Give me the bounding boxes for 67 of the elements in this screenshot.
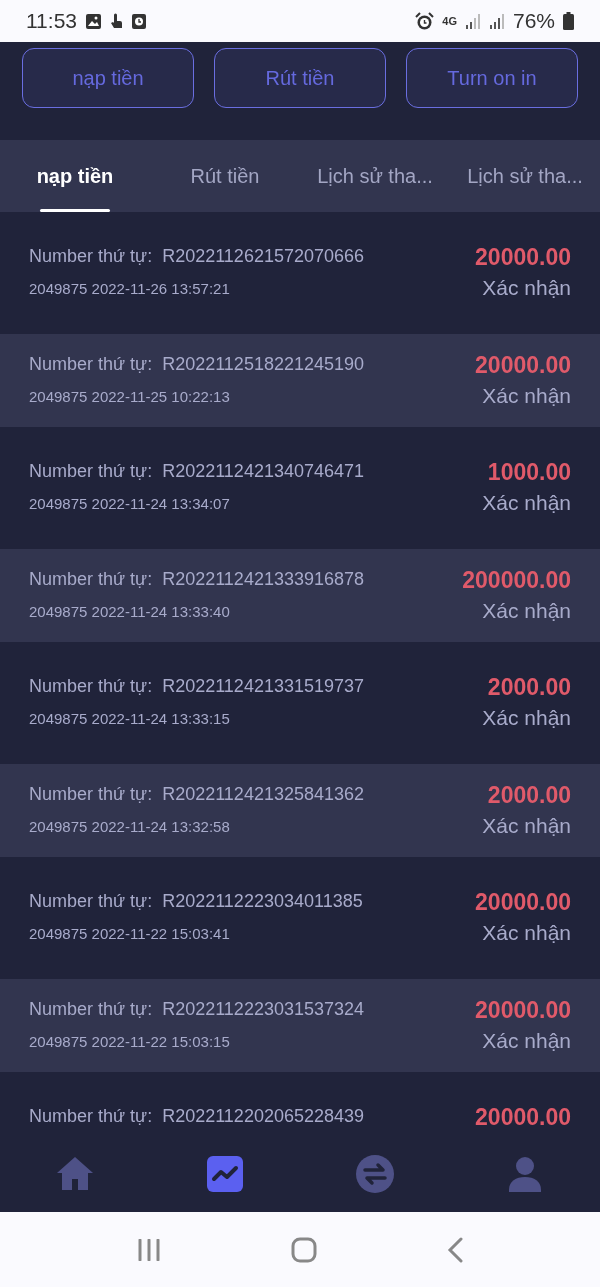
- action-button[interactable]: Turn on in: [406, 48, 578, 108]
- order-number: R2022112518221245190: [162, 354, 364, 374]
- tab[interactable]: Rút tiền: [150, 140, 300, 212]
- amount: 1000.00: [486, 458, 571, 486]
- order-number: R2022112202065228439: [162, 1106, 364, 1126]
- order-label: Number thứ tự:: [29, 676, 153, 696]
- status-text: Xác nhận: [482, 705, 571, 731]
- amount: 20000.00: [475, 1103, 571, 1131]
- action-button[interactable]: Rút tiền: [214, 48, 386, 108]
- amount: 2000.00: [486, 673, 571, 701]
- transaction-details: 2049875 2022-11-25 10:22:13: [29, 387, 231, 407]
- recent-apps-icon[interactable]: [137, 1238, 161, 1261]
- home-icon: [56, 1155, 94, 1192]
- status-text: Xác nhận: [482, 813, 571, 839]
- profile-icon: [508, 1155, 542, 1192]
- battery-percent: 76%: [512, 8, 555, 35]
- signal-icon: [488, 12, 505, 30]
- network-type: 4G: [442, 15, 457, 27]
- tab[interactable]: nạp tiền: [0, 140, 150, 212]
- status-text: Xác nhận: [481, 1028, 571, 1054]
- order-label: Number thứ tự:: [29, 999, 153, 1019]
- battery-icon: [563, 12, 574, 30]
- order-label: Number thứ tự:: [29, 354, 153, 374]
- back-icon[interactable]: [447, 1236, 463, 1263]
- tab[interactable]: Lịch sử tha...: [450, 140, 600, 212]
- amount: 20000.00: [475, 888, 571, 916]
- transaction-details: 2049875 2022-11-26 13:57:21: [29, 279, 231, 299]
- transaction-details: 2049875 2022-11-24 13:33:40: [29, 602, 231, 622]
- transaction-details: 2049875 2022-11-24 13:33:15: [29, 709, 231, 729]
- transaction-details: 2049875 2022-11-24 13:32:58: [29, 817, 231, 837]
- order-label: Number thứ tự:: [29, 246, 153, 266]
- transaction-details: 2049875 2022-11-22 15:03:15: [29, 1032, 231, 1052]
- order-label: Number thứ tự:: [29, 569, 153, 589]
- touch-icon: [110, 12, 123, 30]
- order-number: R2022112421331519737: [162, 676, 364, 696]
- transaction-details: 2049875 2022-11-24 13:34:07: [29, 494, 231, 514]
- order-label: Number thứ tự:: [29, 461, 153, 481]
- image-icon: [85, 12, 102, 30]
- order-number: R2022112223034011385: [162, 891, 363, 911]
- status-text: Xác nhận: [481, 275, 571, 301]
- order-number: R2022112223031537324: [162, 999, 364, 1019]
- home-icon[interactable]: [291, 1236, 317, 1263]
- order-number: R2022112421333916878: [162, 569, 364, 589]
- signal-icon: [464, 12, 481, 30]
- amount: 20000.00: [475, 996, 571, 1024]
- amount: 20000.00: [475, 351, 571, 379]
- order-number: R2022112421340746471: [162, 461, 364, 481]
- order-number: R2022112421325841362: [162, 784, 364, 804]
- alarm-icon: [415, 11, 435, 31]
- chart-icon: [207, 1155, 243, 1192]
- amount: 2000.00: [486, 781, 571, 809]
- order-number: R2022112621572070666: [162, 246, 364, 266]
- amount: 20000.00: [475, 243, 571, 271]
- exchange-icon: [355, 1153, 395, 1194]
- clock-icon: [131, 12, 147, 30]
- amount: 200000.00: [462, 566, 571, 594]
- status-text: Xác nhận: [481, 920, 571, 946]
- order-label: Number thứ tự:: [29, 784, 153, 804]
- status-text: Xác nhận: [481, 598, 571, 624]
- transaction-details: 2049875 2022-11-22 15:03:41: [29, 924, 231, 944]
- clock-time: 11:53: [26, 8, 77, 35]
- tab[interactable]: Lịch sử tha...: [300, 140, 450, 212]
- order-label: Number thứ tự:: [29, 891, 153, 911]
- order-label: Number thứ tự:: [29, 1106, 153, 1126]
- status-text: Xác nhận: [481, 383, 571, 409]
- status-text: Xác nhận: [482, 490, 571, 516]
- action-button[interactable]: nạp tiền: [22, 48, 194, 108]
